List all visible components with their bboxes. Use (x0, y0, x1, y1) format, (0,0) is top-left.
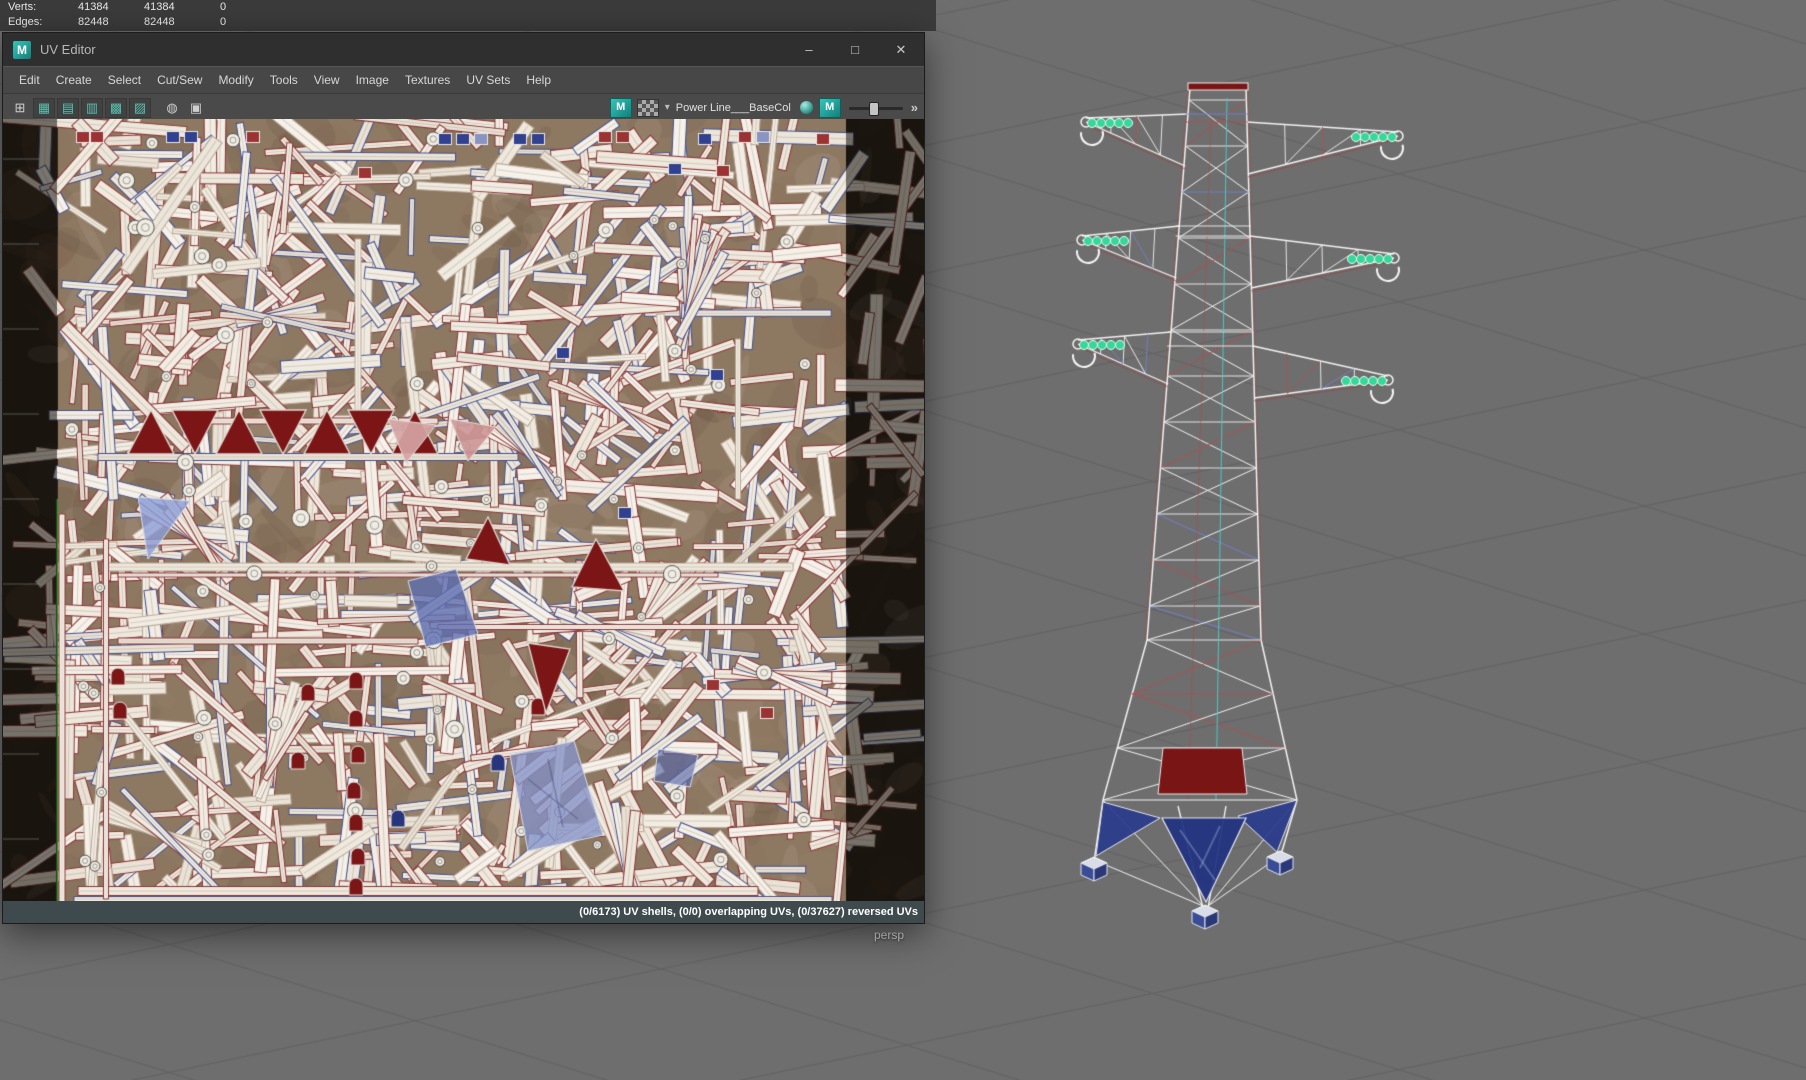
texture-dropdown-icon[interactable]: ▾ (665, 102, 670, 113)
titlebar[interactable]: M UV Editor – □ ✕ (3, 33, 924, 66)
menu-tools[interactable]: Tools (262, 73, 306, 87)
active-texture-label[interactable]: Power Line___BaseCol (676, 102, 791, 114)
uv-distortion-toggle-button[interactable]: ▩ (105, 97, 127, 118)
uv-texture-toggle-button[interactable]: ▥ (81, 97, 103, 118)
uv-shaded-toggle-button[interactable]: ▤ (57, 97, 79, 118)
hud-edges-total: 82448 (78, 16, 109, 28)
close-button[interactable]: ✕ (878, 33, 924, 66)
viewport-camera-label: persp (874, 928, 905, 942)
hud-verts-row: Verts: 41384 41384 0 (0, 1, 936, 15)
maya-logo-icon: M (13, 40, 31, 59)
menu-select[interactable]: Select (100, 73, 149, 87)
menu-modify[interactable]: Modify (210, 73, 261, 87)
texture-maya-icon[interactable]: M (609, 97, 632, 118)
menu-uv-sets[interactable]: UV Sets (458, 73, 518, 87)
window-controls: – □ ✕ (786, 33, 924, 66)
uv-shell-stats: (0/6173) UV shells, (0/0) overlapping UV… (579, 906, 918, 918)
hud-edges-shaded: 82448 (144, 16, 175, 28)
checker-map-icon[interactable] (636, 98, 659, 117)
uv-editor-window: M UV Editor – □ ✕ Edit Create Select Cut… (2, 32, 925, 924)
toolbar: ⊞ ▦ ▤ ▥ ▩ ▨ ◍ ▣ M ▾ Power Line___BaseCol… (3, 93, 924, 122)
hud-verts-total: 41384 (78, 1, 109, 13)
statusbar: (0/6173) UV shells, (0/0) overlapping UV… (3, 901, 924, 923)
poly-count-hud: Verts: 41384 41384 0 Edges: 82448 82448 … (0, 0, 936, 31)
slider-handle[interactable] (868, 101, 879, 116)
menu-edit[interactable]: Edit (11, 73, 48, 87)
uv-canvas[interactable] (3, 119, 924, 901)
hud-edges-selected: 0 (220, 16, 227, 28)
uv-border-toggle-button[interactable]: ▦ (33, 97, 55, 118)
layout-grid-icon[interactable]: ⊞ (9, 98, 31, 118)
menubar: Edit Create Select Cut/Sew Modify Tools … (3, 66, 924, 93)
minimize-button[interactable]: – (786, 33, 832, 66)
menu-create[interactable]: Create (48, 73, 100, 87)
hud-edges-row: Edges: 82448 82448 0 (0, 16, 936, 30)
menu-cut-sew[interactable]: Cut/Sew (149, 73, 210, 87)
texture-dim-slider[interactable] (848, 100, 903, 116)
hud-verts-selected: 0 (220, 1, 227, 13)
shader-ball-button[interactable]: ◍ (161, 98, 183, 118)
maximize-button[interactable]: □ (832, 33, 878, 66)
menu-view[interactable]: View (306, 73, 348, 87)
hud-verts-label: Verts: (8, 1, 37, 13)
toolbar-expand-icon[interactable]: » (911, 100, 918, 115)
uv-snapshot-button[interactable]: ▣ (185, 98, 207, 118)
menu-help[interactable]: Help (518, 73, 559, 87)
hud-edges-label: Edges: (8, 16, 43, 28)
texture-display-group: M ▾ Power Line___BaseCol M » (609, 97, 918, 118)
material-maya-icon[interactable]: M (818, 97, 841, 118)
window-title: UV Editor (40, 42, 96, 57)
menu-image[interactable]: Image (348, 73, 397, 87)
uv-checker-toggle-button[interactable]: ▨ (129, 97, 151, 118)
menu-textures[interactable]: Textures (397, 73, 458, 87)
shaded-sphere-icon[interactable] (798, 99, 816, 117)
hud-verts-shaded: 41384 (144, 1, 175, 13)
